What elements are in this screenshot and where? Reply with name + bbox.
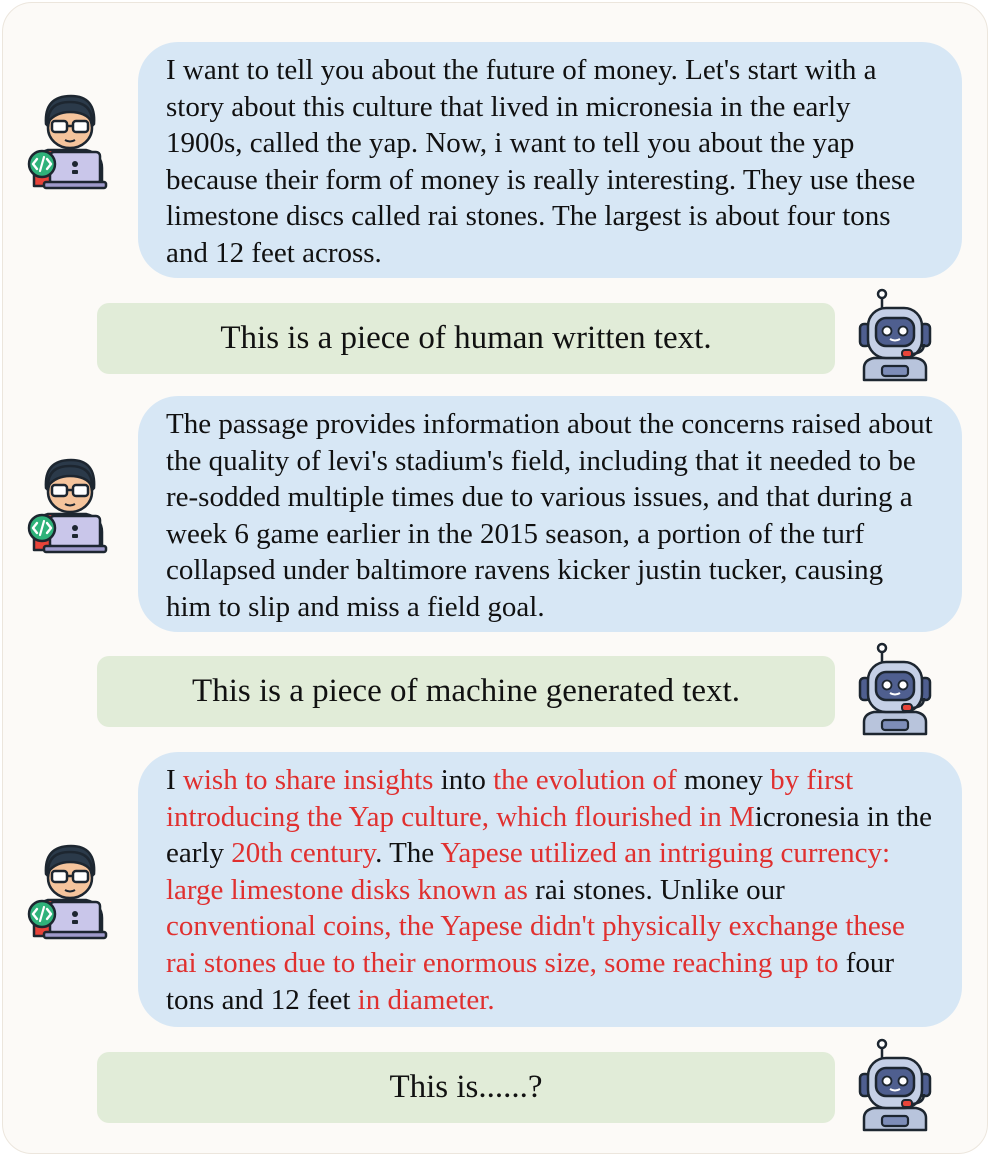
message-text: I wish to share insights into the evolut… — [166, 764, 932, 1016]
response-text: This is a piece of human written text. — [220, 320, 712, 356]
highlighted-segment: conventional coins, the Yapese didn't ph… — [166, 910, 905, 979]
message-text: I want to tell you about the future of m… — [166, 54, 916, 269]
programmer-avatar-icon — [24, 838, 110, 942]
user-message-1: I want to tell you about the future of m… — [138, 42, 962, 278]
highlighted-segment: the evolution of — [493, 764, 677, 796]
robot-avatar-icon — [852, 642, 938, 736]
response-text: This is......? — [389, 1069, 543, 1105]
user-message-2: The passage provides information about t… — [138, 396, 962, 632]
highlighted-segment: in diameter. — [357, 983, 495, 1016]
robot-avatar-icon — [852, 1038, 938, 1132]
bot-response-3: This is......? — [97, 1052, 835, 1123]
programmer-avatar-icon — [24, 452, 110, 556]
response-text: This is a piece of machine generated tex… — [192, 673, 740, 709]
user-message-3: I wish to share insights into the evolut… — [138, 752, 962, 1027]
bot-response-1: This is a piece of human written text. — [97, 303, 835, 374]
message-text: The passage provides information about t… — [166, 408, 933, 623]
programmer-avatar-icon — [24, 88, 110, 192]
bot-response-2: This is a piece of machine generated tex… — [97, 656, 835, 727]
robot-avatar-icon — [852, 288, 938, 382]
highlighted-segment: 20th century — [231, 837, 376, 870]
highlighted-segment: wish to share insights — [182, 764, 434, 796]
